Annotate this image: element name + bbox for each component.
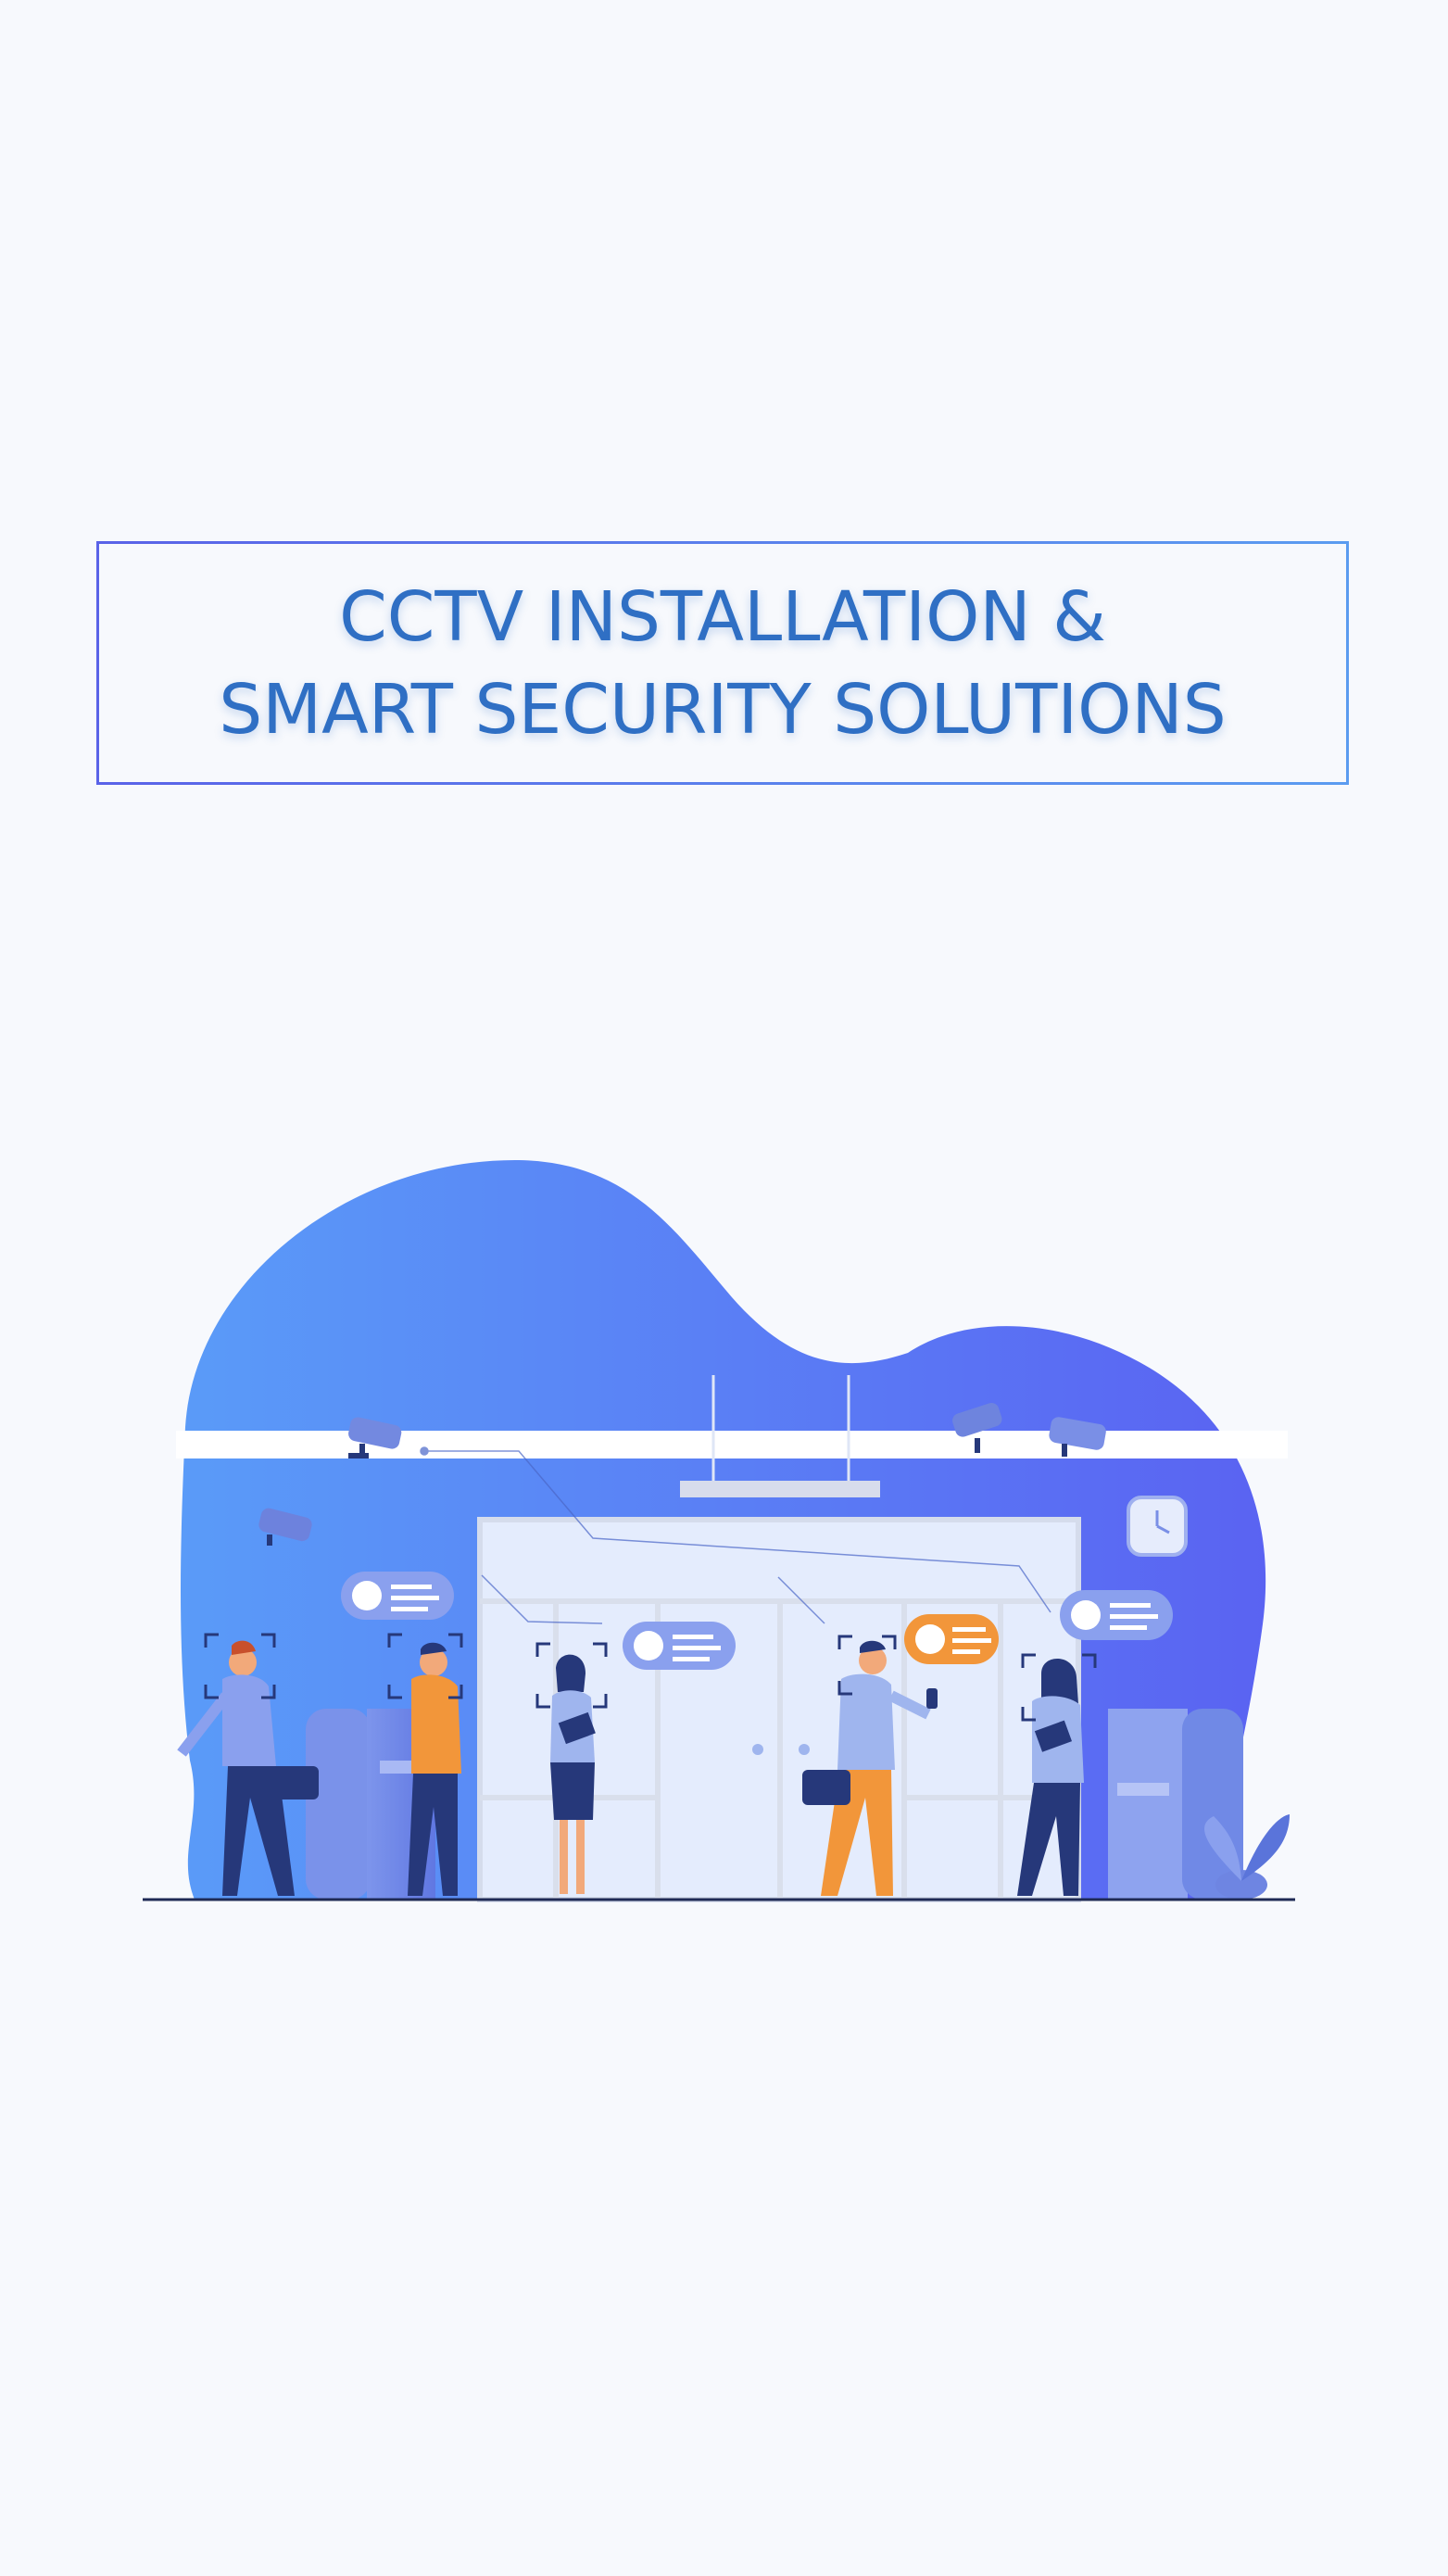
title-frame: CCTV INSTALLATION & SMART SECURITY SOLUT… — [96, 541, 1349, 785]
title-line-1: CCTV INSTALLATION & — [339, 576, 1106, 657]
ceiling-bar — [176, 1431, 1288, 1458]
face-id-icon — [623, 1622, 736, 1670]
face-id-icon — [341, 1572, 454, 1620]
security-illustration — [143, 1159, 1295, 1902]
face-id-icon — [1060, 1590, 1173, 1640]
kiosk-icon — [1108, 1709, 1243, 1900]
title-line-2: SMART SECURITY SOLUTIONS — [219, 669, 1227, 750]
ceiling-lamp — [680, 1481, 880, 1497]
face-id-icon — [904, 1614, 999, 1664]
clock-icon — [1127, 1496, 1188, 1557]
